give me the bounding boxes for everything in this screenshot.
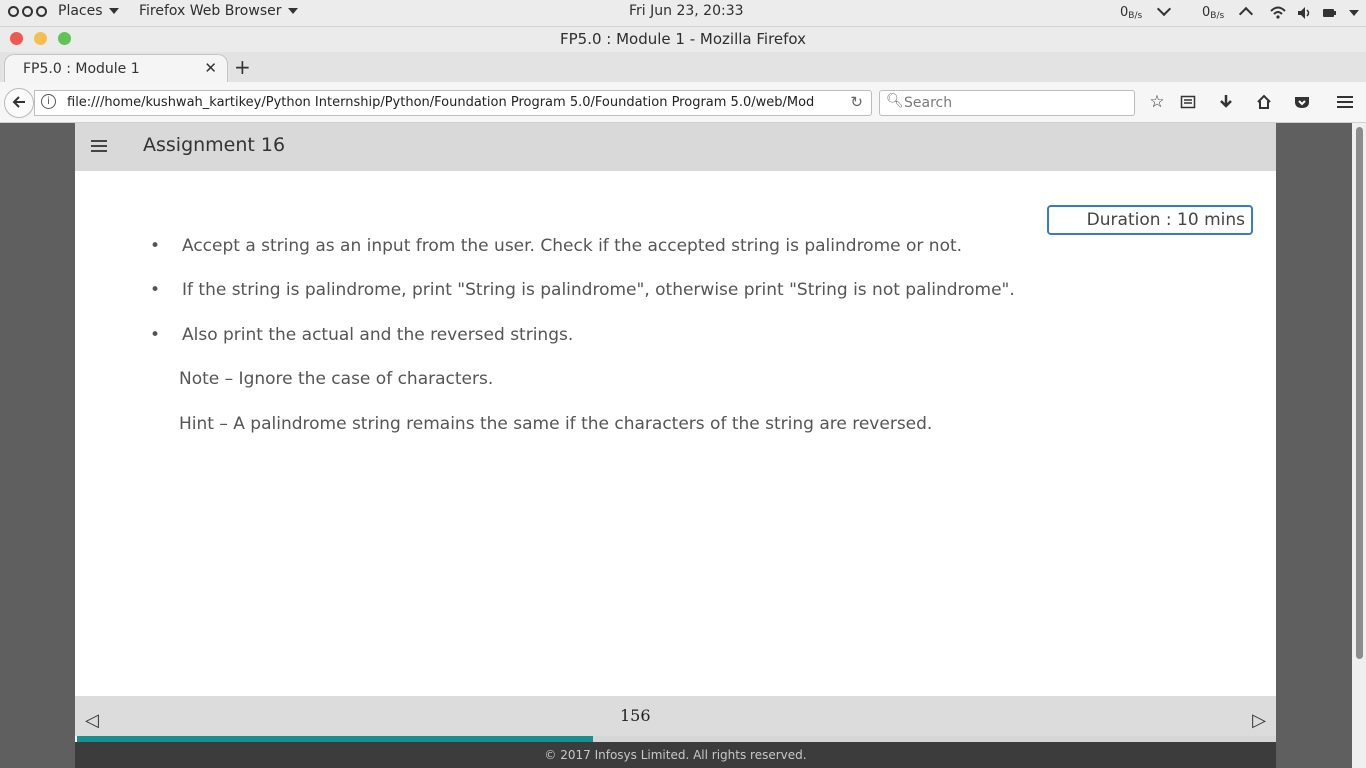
chevron-down-icon	[287, 8, 298, 14]
next-page-icon[interactable]: ▷	[1252, 710, 1266, 731]
hamburger-menu-icon[interactable]	[91, 140, 107, 155]
back-arrow-icon	[12, 96, 25, 108]
battery-icon[interactable]	[1322, 6, 1336, 20]
downloads-icon[interactable]	[1215, 92, 1237, 114]
hint-text: Hint – A palindrome string remains the s…	[179, 414, 933, 434]
new-tab-button[interactable]: +	[234, 55, 251, 79]
previous-page-icon[interactable]: ◁	[85, 710, 99, 731]
search-bar[interactable]: 🔍︎	[879, 90, 1135, 116]
bullet-text: Also print the actual and the reversed s…	[182, 325, 574, 345]
places-menu[interactable]: Places	[58, 3, 119, 19]
tab-strip: FP5.0 : Module 1 ✕	[0, 52, 1366, 83]
tab-module-1[interactable]: FP5.0 : Module 1 ✕	[4, 54, 228, 83]
wifi-icon[interactable]	[1270, 6, 1286, 20]
system-menu-icon[interactable]	[1349, 10, 1359, 16]
net-up-rate: 0B/s	[1202, 5, 1224, 21]
scrollbar-thumb[interactable]	[1356, 127, 1363, 659]
site-info-icon[interactable]: i	[41, 94, 56, 109]
bullet-icon: •	[150, 280, 161, 300]
net-down-rate: 0B/s	[1120, 5, 1142, 21]
vertical-scrollbar[interactable]	[1352, 123, 1366, 768]
pocket-icon[interactable]	[1291, 92, 1313, 114]
download-arrow-icon	[1156, 1, 1172, 17]
app-menu[interactable]: Firefox Web Browser	[139, 3, 298, 19]
page-header: Assignment 16	[75, 123, 1276, 171]
bullet-text: Accept a string as an input from the use…	[182, 236, 963, 256]
tab-label: FP5.0 : Module 1	[23, 61, 140, 77]
places-label: Places	[58, 3, 103, 19]
url-bar[interactable]: i file:///home/kushwah_kartikey/Python I…	[34, 90, 872, 116]
back-button[interactable]	[4, 88, 34, 118]
system-top-bar: Places Firefox Web Browser Fri Jun 23, 2…	[0, 0, 1366, 27]
volume-icon[interactable]	[1297, 6, 1311, 20]
app-menu-label: Firefox Web Browser	[139, 3, 282, 19]
close-tab-icon[interactable]: ✕	[204, 59, 217, 77]
page-title: Assignment 16	[143, 134, 286, 156]
bullet-icon: •	[150, 325, 161, 345]
reload-icon[interactable]: ↻	[850, 93, 863, 111]
activities-icon[interactable]	[8, 6, 47, 17]
copyright-footer: © 2017 Infosys Limited. All rights reser…	[75, 742, 1276, 768]
reading-list-icon[interactable]	[1177, 92, 1199, 114]
pager-bar: ◁ 156 ▷	[75, 696, 1276, 736]
duration-badge: Duration : 10 mins	[1047, 205, 1253, 235]
navigation-bar: i file:///home/kushwah_kartikey/Python I…	[0, 82, 1366, 123]
bullet-icon: •	[150, 236, 161, 256]
home-icon[interactable]	[1253, 92, 1275, 114]
net-down-unit: B/s	[1128, 11, 1143, 21]
net-up-unit: B/s	[1210, 11, 1225, 21]
clock[interactable]: Fri Jun 23, 20:33	[629, 3, 744, 19]
bookmark-star-icon[interactable]: ☆	[1146, 92, 1168, 114]
chevron-down-icon	[108, 8, 119, 14]
url-text[interactable]: file:///home/kushwah_kartikey/Python Int…	[67, 95, 819, 110]
menu-icon[interactable]	[1334, 92, 1356, 114]
bullet-text: If the string is palindrome, print "Stri…	[182, 280, 1015, 300]
upload-arrow-icon	[1238, 6, 1254, 22]
window-title-bar: FP5.0 : Module 1 - Mozilla Firefox	[0, 27, 1366, 52]
search-input[interactable]	[902, 93, 1126, 113]
note-text: Note – Ignore the case of characters.	[179, 369, 494, 389]
page-content: Assignment 16 Duration : 10 mins • Accep…	[75, 123, 1276, 768]
page-number: 156	[620, 706, 651, 725]
window-title: FP5.0 : Module 1 - Mozilla Firefox	[559, 30, 807, 48]
